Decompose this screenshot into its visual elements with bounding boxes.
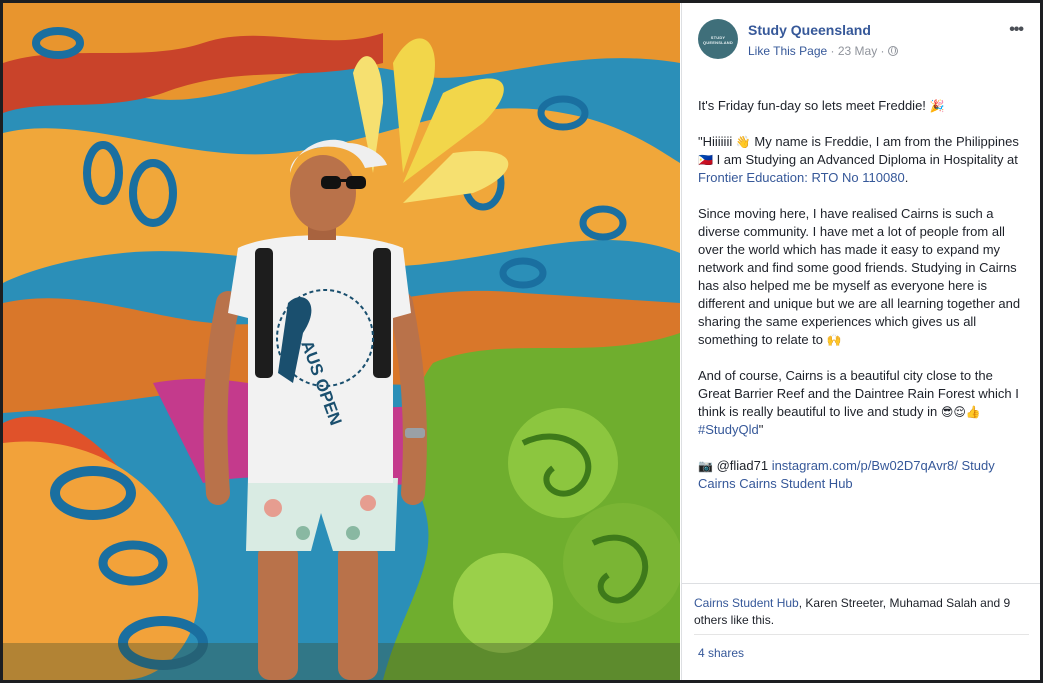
- page-avatar[interactable]: STUDY QUEENSLAND: [698, 19, 738, 59]
- post-paragraph-4: And of course, Cairns is a beautiful cit…: [698, 367, 1028, 439]
- paragraph-text: ": [758, 422, 764, 437]
- post-paragraph-3: Since moving here, I have realised Cairn…: [698, 205, 1028, 349]
- philippines-flag-icon: 🇵🇭: [698, 153, 713, 167]
- post-paragraph-5: 📷 @fliad71 instagram.com/p/Bw02D7qAvr8/ …: [698, 457, 1028, 493]
- liker-link[interactable]: Cairns Student Hub: [694, 596, 799, 610]
- post-photo[interactable]: AUS OPEN: [3, 3, 680, 680]
- emoji-group-icon: 😎😌👍: [940, 405, 981, 419]
- post-date[interactable]: 23 May: [838, 44, 877, 58]
- divider: [694, 634, 1029, 635]
- post-text: It's Friday fun-day so lets meet Freddie…: [698, 97, 1028, 511]
- post-details-panel: STUDY QUEENSLAND Study Queensland Like T…: [681, 3, 1040, 680]
- paragraph-text: It's Friday fun-day so lets meet Freddie…: [698, 98, 930, 113]
- paragraph-text: My name is Freddie, I am from the Philip…: [750, 134, 1019, 149]
- globe-icon: [887, 46, 898, 56]
- paragraph-text: "Hiiiiiii: [698, 134, 736, 149]
- more-options-icon[interactable]: •••: [1009, 21, 1024, 39]
- hashtag-link[interactable]: #StudyQld: [698, 422, 759, 437]
- camera-emoji-icon: 📷: [698, 459, 713, 473]
- post-footer: Cairns Student Hub, Karen Streeter, Muha…: [682, 583, 1040, 660]
- paragraph-text: .: [904, 170, 909, 185]
- paragraph-text: Since moving here, I have realised Cairn…: [698, 206, 1021, 347]
- mural-photo-illustration: AUS OPEN: [3, 3, 680, 680]
- instagram-handle: @fliad71: [712, 458, 772, 473]
- post-viewer: AUS OPEN STUDY QUEENSLAND Study Queensla…: [3, 3, 1040, 680]
- instagram-link[interactable]: instagram.com/p/Bw02D7qAvr8/: [772, 458, 958, 473]
- shares-count-link[interactable]: 4 shares: [698, 646, 744, 660]
- avatar-logo-text: STUDY QUEENSLAND: [702, 35, 733, 45]
- wave-emoji-icon: 👋: [735, 135, 751, 149]
- frontier-education-link[interactable]: Frontier Education: RTO No 110080: [698, 170, 905, 185]
- like-page-link[interactable]: Like This Page: [748, 44, 827, 58]
- post-paragraph-2: "Hiiiiiii 👋 My name is Freddie, I am fro…: [698, 133, 1028, 187]
- raised-hands-emoji-icon: 🙌: [826, 333, 842, 347]
- meta-separator: ·: [877, 44, 888, 58]
- post-header: STUDY QUEENSLAND Study Queensland Like T…: [698, 19, 1029, 63]
- post-meta: Like This Page · 23 May ·: [748, 44, 898, 58]
- post-paragraph-1: It's Friday fun-day so lets meet Freddie…: [698, 97, 1028, 115]
- cairns-student-hub-link[interactable]: Cairns Student Hub: [739, 476, 852, 491]
- meta-separator: ·: [827, 44, 838, 58]
- likes-summary: Cairns Student Hub, Karen Streeter, Muha…: [694, 595, 1024, 629]
- page-name-link[interactable]: Study Queensland: [748, 22, 871, 38]
- paragraph-text: I am Studying an Advanced Diploma in Hos…: [712, 152, 1018, 167]
- party-emoji-icon: 🎉: [929, 99, 945, 113]
